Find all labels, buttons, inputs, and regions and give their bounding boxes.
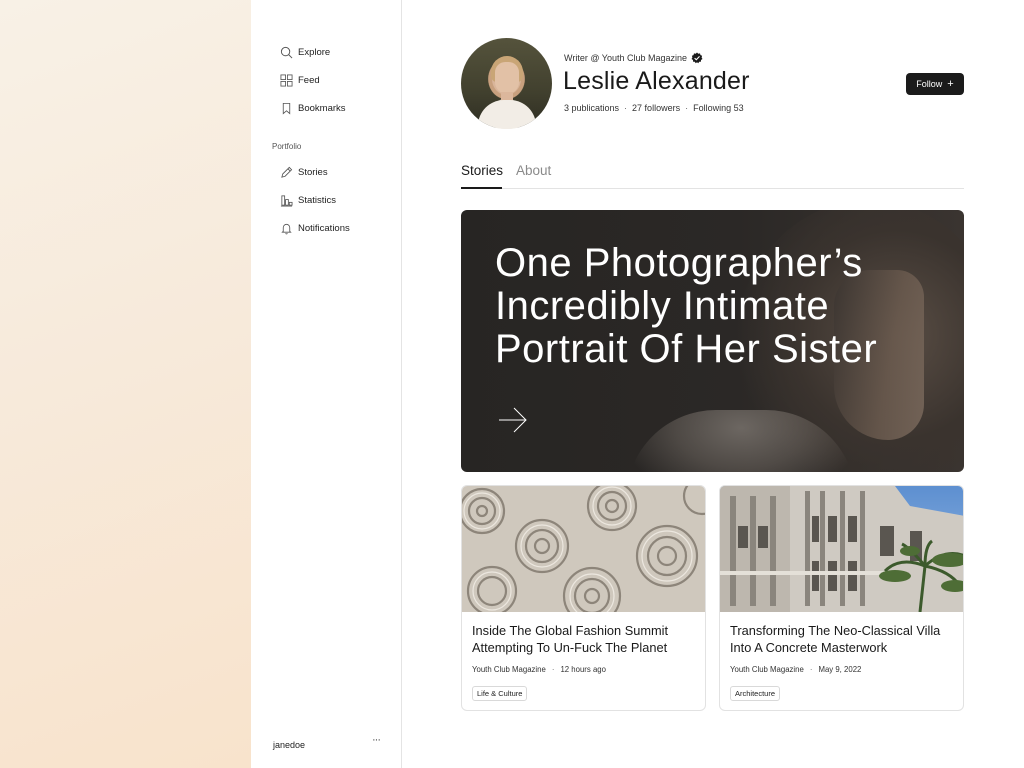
writer-affiliation-text: Writer @ Youth Club Magazine: [564, 53, 688, 63]
story-card[interactable]: Inside The Global Fashion Summit Attempt…: [461, 485, 706, 711]
current-user-name[interactable]: janedoe: [273, 740, 305, 750]
separator-dot: ·: [809, 665, 813, 674]
featured-story-title: One Photographer’s Incredibly Intimate P…: [495, 241, 878, 371]
nav-explore-label: Explore: [298, 46, 331, 58]
nav-stories-label: Stories: [298, 166, 328, 178]
story-card-meta: Youth Club Magazine · 12 hours ago: [472, 665, 606, 674]
portfolio-section-label: Portfolio: [272, 142, 302, 151]
following-count[interactable]: Following 53: [693, 103, 744, 113]
bar-chart-icon: [279, 193, 293, 207]
story-card[interactable]: Transforming The Neo-Classical Villa Int…: [719, 485, 964, 711]
nav-explore[interactable]: Explore: [279, 45, 330, 59]
plus-icon: +: [947, 78, 954, 90]
story-card-time: May 9, 2022: [818, 665, 862, 674]
profile-stats: 3 publications · 27 followers · Followin…: [564, 103, 744, 113]
nav-bookmarks[interactable]: Bookmarks: [279, 101, 346, 115]
pen-icon: [279, 165, 293, 179]
story-card-tag[interactable]: Life & Culture: [472, 686, 528, 701]
verified-badge-icon: [691, 52, 703, 64]
writer-affiliation: Writer @ Youth Club Magazine: [564, 52, 703, 64]
search-icon: [279, 45, 293, 59]
nav-statistics[interactable]: Statistics: [279, 193, 336, 207]
profile-main: Writer @ Youth Club Magazine Leslie Alex…: [402, 0, 1024, 768]
followers-count[interactable]: 27 followers: [632, 103, 680, 113]
left-decorative-panel: [0, 0, 251, 768]
nav-feed[interactable]: Feed: [279, 73, 320, 87]
story-card-image: [720, 486, 963, 612]
story-card-title: Transforming The Neo-Classical Villa Int…: [730, 623, 941, 655]
featured-story-card[interactable]: One Photographer’s Incredibly Intimate P…: [461, 210, 964, 472]
separator-dot: ·: [551, 665, 555, 674]
follow-button[interactable]: Follow +: [906, 73, 964, 95]
bookmark-icon: [279, 101, 293, 115]
profile-name: Leslie Alexander: [563, 67, 750, 95]
nav-notifications-label: Notifications: [298, 222, 350, 234]
nav-stories[interactable]: Stories: [279, 165, 328, 179]
more-options-button[interactable]: ···: [368, 734, 384, 750]
story-card-publication[interactable]: Youth Club Magazine: [730, 665, 804, 674]
tab-stories[interactable]: Stories: [461, 163, 503, 189]
arrow-right-icon[interactable]: [498, 407, 528, 433]
separator-dot: ·: [624, 103, 628, 113]
nav-statistics-label: Statistics: [298, 194, 337, 206]
nav-feed-label: Feed: [298, 74, 320, 86]
story-card-image: [462, 486, 705, 612]
publications-count[interactable]: 3 publications: [564, 103, 619, 113]
follow-button-label: Follow: [916, 79, 943, 89]
tab-about[interactable]: About: [516, 163, 551, 178]
story-card-meta: Youth Club Magazine · May 9, 2022: [730, 665, 861, 674]
story-card-title: Inside The Global Fashion Summit Attempt…: [472, 623, 669, 655]
bell-icon: [279, 221, 293, 235]
sidebar: Explore Feed Bookmarks Portfolio Stories…: [251, 0, 402, 768]
separator-dot: ·: [685, 103, 689, 113]
feed-grid-icon: [279, 73, 293, 87]
story-card-publication[interactable]: Youth Club Magazine: [472, 665, 546, 674]
profile-tabs: Stories About: [461, 162, 964, 189]
avatar: [461, 38, 552, 129]
nav-bookmarks-label: Bookmarks: [298, 102, 346, 114]
story-card-tag[interactable]: Architecture: [730, 686, 781, 701]
nav-notifications[interactable]: Notifications: [279, 221, 350, 235]
story-card-time: 12 hours ago: [560, 665, 606, 674]
